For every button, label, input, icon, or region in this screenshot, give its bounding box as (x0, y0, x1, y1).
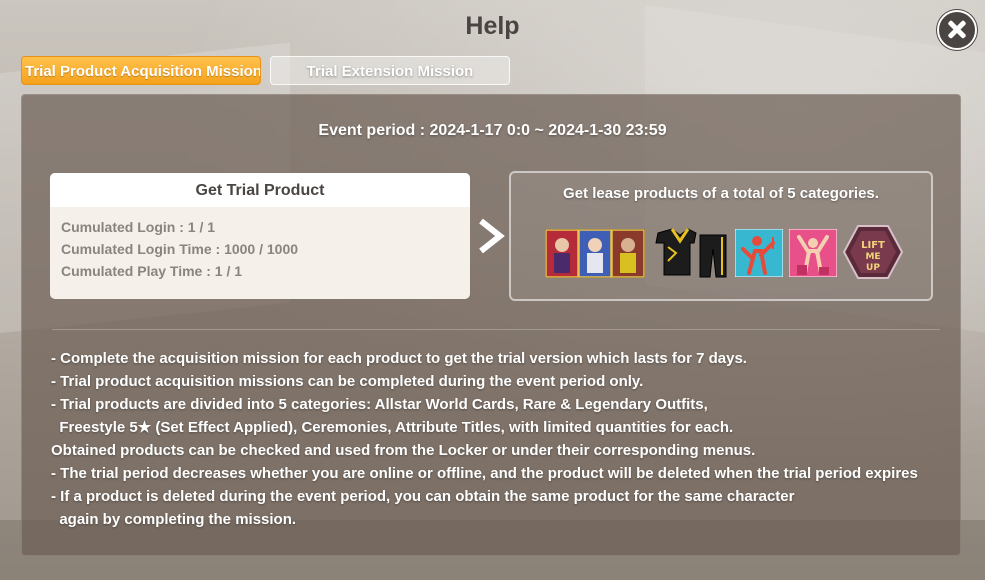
tab-trial-product-acquisition[interactable]: Trial Product Acquisition Mission (21, 56, 261, 85)
note-line: - Complete the acquisition mission for e… (51, 350, 747, 367)
svg-text:LIFT: LIFT (861, 240, 885, 251)
divider (52, 329, 940, 330)
mission-list: Cumulated Login : 1 / 1 Cumulated Login … (50, 207, 470, 282)
note-line: - Trial product acquisition missions can… (51, 373, 644, 390)
ceremony-cheer-icon[interactable] (789, 229, 837, 277)
ceremony-icon[interactable] (735, 229, 783, 277)
note-line: - If a product is deleted during the eve… (51, 488, 795, 505)
note-line: Obtained products can be checked and use… (51, 442, 756, 459)
note-line: - The trial period decreases whether you… (51, 465, 918, 482)
note-line: Freestyle 5★ (Set Effect Applied), Cerem… (51, 419, 734, 436)
arrow-right-icon (479, 218, 505, 254)
trial-box-header: Get Trial Product (50, 173, 470, 207)
outfit-icon[interactable] (650, 227, 730, 279)
svg-text:ME: ME (865, 252, 880, 262)
rewards-title: Get lease products of a total of 5 categ… (563, 185, 879, 202)
note-line: - Trial products are divided into 5 cate… (51, 396, 708, 413)
trial-mission-box: Get Trial Product Cumulated Login : 1 / … (50, 173, 470, 299)
attribute-title-badge-icon[interactable]: LIFT ME UP (843, 224, 903, 280)
note-line: again by completing the mission. (51, 511, 297, 528)
help-notes: - Complete the acquisition mission for e… (51, 347, 951, 531)
svg-text:UP: UP (866, 263, 880, 273)
allstar-cards-icon[interactable] (545, 229, 645, 278)
tab-trial-extension[interactable]: Trial Extension Mission (270, 56, 510, 85)
event-period: Event period : 2024-1-17 0:0 ~ 2024-1-30… (318, 122, 667, 139)
mission-item-login: Cumulated Login : 1 / 1 (61, 219, 216, 235)
page-title: Help (465, 12, 520, 40)
mission-item-play-time: Cumulated Play Time : 1 / 1 (61, 263, 243, 279)
close-button[interactable] (937, 10, 977, 50)
mission-item-login-time: Cumulated Login Time : 1000 / 1000 (61, 241, 299, 257)
